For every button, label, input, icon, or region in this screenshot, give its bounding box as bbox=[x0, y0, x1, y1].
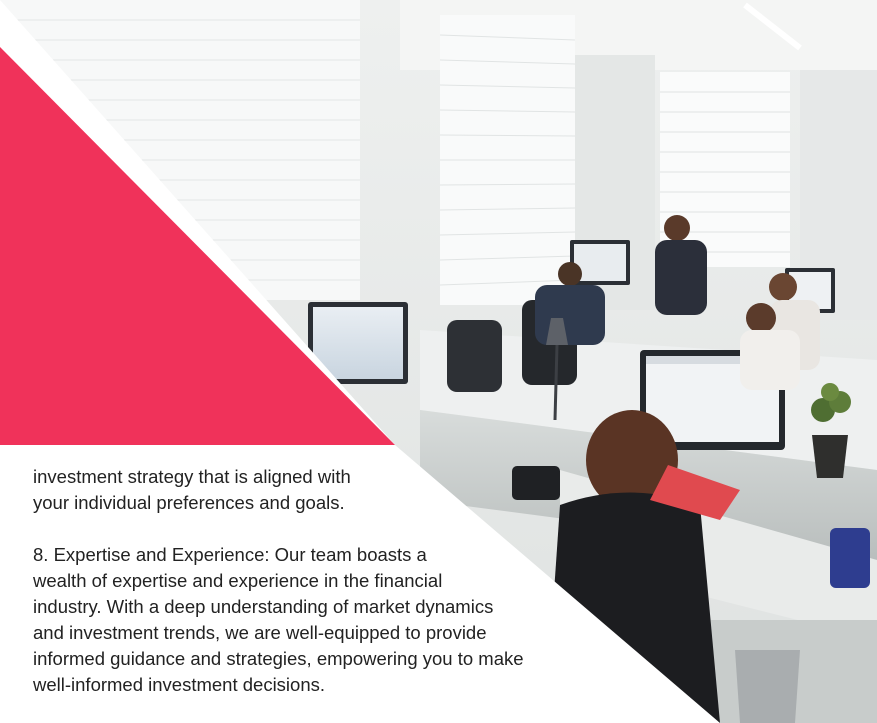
text-line: wealth of expertise and experience in th… bbox=[33, 570, 443, 591]
text-line: industry. With a deep understanding of m… bbox=[33, 596, 494, 617]
text-line: informed guidance and strategies, empowe… bbox=[33, 648, 524, 669]
text-line: 8. Expertise and Experience: Our team bo… bbox=[33, 544, 427, 565]
text-line: and investment trends, we are well-equip… bbox=[33, 622, 487, 643]
text-line: well-informed investment decisions. bbox=[33, 674, 326, 695]
text-line: your individual preferences and goals. bbox=[33, 492, 345, 513]
body-text: investment strategy that is aligned with… bbox=[33, 464, 733, 698]
text-line: investment strategy that is aligned with bbox=[33, 466, 351, 487]
